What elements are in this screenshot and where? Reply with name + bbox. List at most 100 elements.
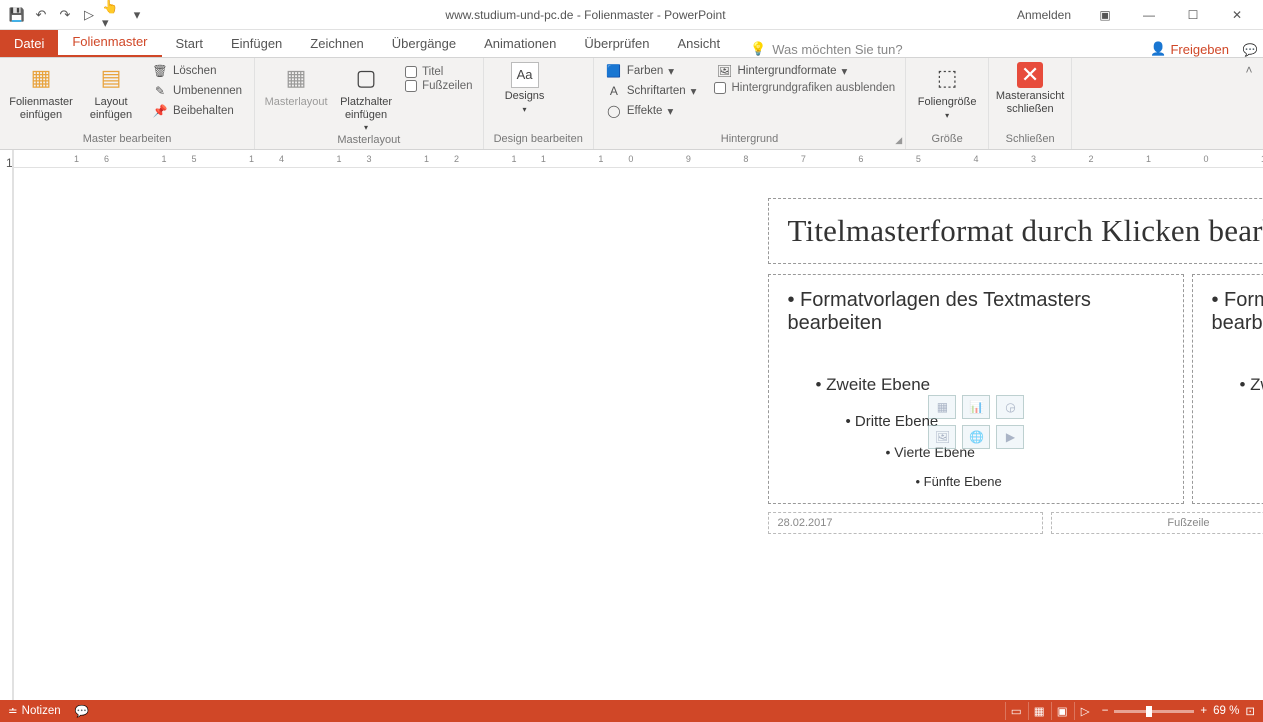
insert-layout-button[interactable]: ▤ Layout einfügen: [80, 62, 142, 121]
normal-view-icon[interactable]: ▭: [1005, 702, 1027, 720]
rename-button[interactable]: ✎Umbenennen: [150, 82, 244, 100]
footer-placeholder[interactable]: Fußzeile: [1051, 512, 1263, 534]
signin-link[interactable]: Anmelden: [1017, 8, 1071, 22]
masterlayout-button[interactable]: ▦ Masterlayout: [265, 62, 327, 109]
group-size: ⬚ Foliengröße ▾ Größe: [906, 58, 989, 149]
table-icon[interactable]: ▦: [928, 395, 956, 419]
tab-file[interactable]: Datei: [0, 30, 58, 57]
ribbon-display-options-icon[interactable]: ▣: [1085, 1, 1125, 29]
chart-icon[interactable]: 📊: [962, 395, 990, 419]
zoom-level[interactable]: 69 %: [1213, 705, 1239, 717]
zoom-slider[interactable]: [1114, 710, 1194, 713]
slide-number: 1: [6, 156, 13, 170]
notes-button[interactable]: ≐ Notizen: [8, 704, 61, 718]
online-picture-icon[interactable]: 🌐: [962, 425, 990, 449]
smartart-icon[interactable]: ◶: [996, 395, 1024, 419]
chevron-down-icon: ▾: [364, 123, 368, 132]
ruler-vertical: [13, 150, 14, 700]
close-master-button[interactable]: ✕ Masteransicht schließen: [999, 62, 1061, 115]
masterlayout-icon: ▦: [280, 62, 312, 94]
reading-view-icon[interactable]: ▣: [1051, 702, 1073, 720]
share-icon: 👤: [1150, 41, 1166, 57]
slidemaster-icon: ▦: [25, 62, 57, 94]
zoom-out-icon[interactable]: −: [1102, 705, 1109, 717]
tab-view[interactable]: Ansicht: [663, 30, 734, 57]
dialog-launcher-icon[interactable]: ◢: [895, 135, 902, 146]
status-bar: ≐ Notizen 💬 ▭ ▦ ▣ ▷ − + 69 % ⊡: [0, 700, 1263, 722]
editor-area: 16 15 14 13 12 11 10 9 8 7 6 5 4 3 2 1 0…: [14, 150, 1263, 700]
group-close: ✕ Masteransicht schließen Schließen: [989, 58, 1072, 149]
insert-placeholder-button[interactable]: ▢ Platzhalter einfügen ▾: [335, 62, 397, 132]
video-icon[interactable]: ▶: [996, 425, 1024, 449]
chevron-down-icon: ▾: [945, 111, 949, 120]
sorter-view-icon[interactable]: ▦: [1028, 702, 1050, 720]
hide-bg-checkbox[interactable]: Hintergrundgrafiken ausblenden: [714, 82, 895, 94]
group-label: Design bearbeiten: [494, 131, 583, 147]
rename-icon: ✎: [152, 83, 168, 99]
tab-animations[interactable]: Animationen: [470, 30, 570, 57]
quick-access-toolbar: 💾 ↶ ↷ ▷ 👆▾ ▾: [0, 4, 154, 26]
slide-canvas-area[interactable]: Titelmasterformat durch Klicken bearbeit…: [14, 168, 1263, 700]
collapse-ribbon-icon[interactable]: ˄: [1241, 62, 1257, 78]
tab-insert[interactable]: Einfügen: [217, 30, 296, 57]
qat-customize-icon[interactable]: ▾: [126, 4, 148, 26]
slideshow-view-icon[interactable]: ▷: [1074, 702, 1096, 720]
group-label: Masterlayout: [265, 132, 473, 148]
content-type-icons[interactable]: ▦📊◶ 🖼🌐▶: [928, 395, 1024, 449]
comments-button[interactable]: 💬: [75, 704, 89, 718]
content-placeholder-right[interactable]: Formatvorlagen des Textmasters bearbeite…: [1192, 274, 1263, 504]
tell-me[interactable]: 💡 Was möchten Sie tun?: [750, 41, 903, 57]
title-checkbox[interactable]: Titel: [405, 66, 473, 78]
ribbon: ▦ Folienmaster einfügen ▤ Layout einfüge…: [0, 58, 1263, 150]
bg-styles-button[interactable]: 🖼Hintergrundformate ▾: [714, 62, 895, 80]
title-bar: 💾 ↶ ↷ ▷ 👆▾ ▾ www.studium-und-pc.de - Fol…: [0, 0, 1263, 30]
delete-button[interactable]: 🗑Löschen: [150, 62, 244, 80]
group-background: 🟦Farben ▾ ASchriftarten ▾ ◯Effekte ▾ 🖼Hi…: [594, 58, 906, 149]
redo-icon[interactable]: ↷: [54, 4, 76, 26]
comments-icon[interactable]: 💬: [1237, 43, 1263, 57]
colors-icon: 🟦: [606, 63, 622, 79]
designs-button[interactable]: Aa Designs ▾: [494, 62, 556, 114]
fonts-button[interactable]: ASchriftarten ▾: [604, 82, 699, 100]
effects-icon: ◯: [606, 103, 622, 119]
preserve-button[interactable]: 📌Beibehalten: [150, 102, 244, 120]
maximize-icon[interactable]: ☐: [1173, 1, 1213, 29]
footers-checkbox[interactable]: Fußzeilen: [405, 80, 473, 92]
touch-mode-icon[interactable]: 👆▾: [102, 4, 124, 26]
ribbon-tabs: Datei Folienmaster Start Einfügen Zeichn…: [0, 30, 1263, 58]
delete-icon: 🗑: [152, 63, 168, 79]
colors-button[interactable]: 🟦Farben ▾: [604, 62, 699, 80]
fit-to-window-icon[interactable]: ⊡: [1245, 704, 1255, 718]
picture-icon[interactable]: 🖼: [928, 425, 956, 449]
tab-draw[interactable]: Zeichnen: [296, 30, 377, 57]
group-label: Schließen: [999, 131, 1061, 147]
insert-slidemaster-label: Folienmaster einfügen: [9, 96, 73, 121]
designs-icon: Aa: [511, 62, 539, 88]
content-placeholder-left[interactable]: Formatvorlagen des Textmasters bearbeite…: [768, 274, 1184, 504]
group-masterlayout: ▦ Masterlayout ▢ Platzhalter einfügen ▾ …: [255, 58, 484, 149]
start-from-beginning-icon[interactable]: ▷: [78, 4, 100, 26]
title-placeholder[interactable]: Titelmasterformat durch Klicken bearbeit…: [768, 198, 1263, 264]
document-title: www.studium-und-pc.de - Folienmaster - P…: [154, 8, 1017, 22]
placeholder-icon: ▢: [350, 62, 382, 94]
ruler-horizontal: 16 15 14 13 12 11 10 9 8 7 6 5 4 3 2 1 0…: [14, 150, 1263, 168]
tab-slidemaster[interactable]: Folienmaster: [58, 28, 161, 57]
tab-transitions[interactable]: Übergänge: [378, 30, 470, 57]
effects-button[interactable]: ◯Effekte ▾: [604, 102, 699, 120]
tab-review[interactable]: Überprüfen: [570, 30, 663, 57]
close-icon[interactable]: ✕: [1217, 1, 1257, 29]
date-placeholder[interactable]: 28.02.2017: [768, 512, 1043, 534]
share-button[interactable]: 👤 Freigeben: [1150, 41, 1237, 57]
tab-start[interactable]: Start: [162, 30, 217, 57]
close-master-icon: ✕: [1017, 62, 1043, 88]
insert-slidemaster-button[interactable]: ▦ Folienmaster einfügen: [10, 62, 72, 121]
layout-icon: ▤: [95, 62, 127, 94]
undo-icon[interactable]: ↶: [30, 4, 52, 26]
zoom-in-icon[interactable]: +: [1200, 705, 1207, 717]
slide-size-button[interactable]: ⬚ Foliengröße ▾: [916, 62, 978, 120]
thumbnail-panel: 1 Titelmasterformat durch Klicken bearbe…: [0, 150, 13, 700]
minimize-icon[interactable]: —: [1129, 1, 1169, 29]
save-icon[interactable]: 💾: [6, 4, 28, 26]
slide-size-icon: ⬚: [931, 62, 963, 94]
preserve-icon: 📌: [152, 103, 168, 119]
